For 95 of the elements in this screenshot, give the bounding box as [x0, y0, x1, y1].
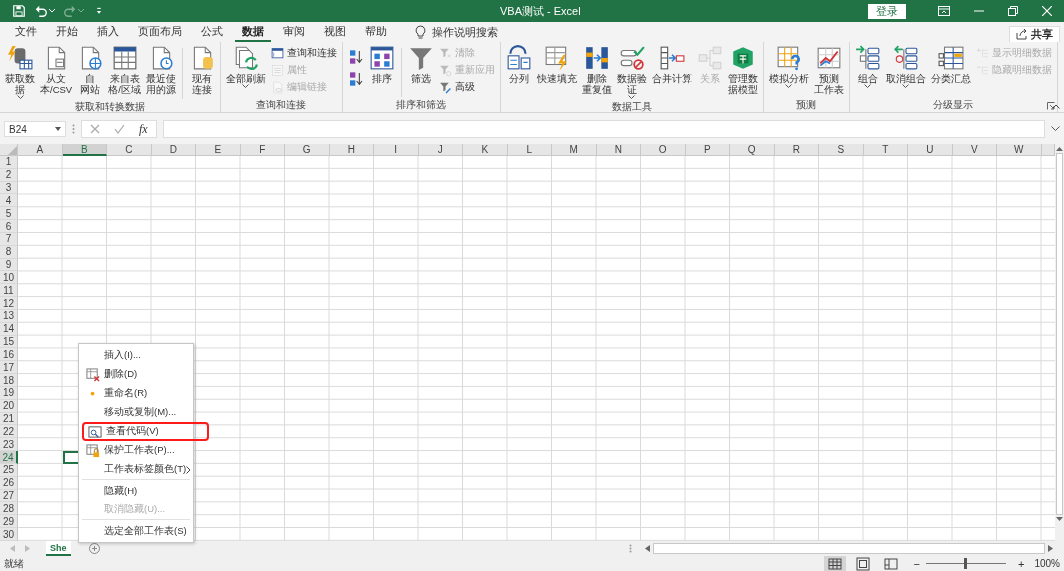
menu-item[interactable]: 选定全部工作表(S): [82, 519, 190, 540]
ribbon-button[interactable]: 高级: [436, 79, 497, 95]
zoom-level[interactable]: 100%: [1034, 558, 1060, 569]
menu-item[interactable]: 删除(D): [82, 365, 190, 384]
ribbon-button[interactable]: 现有 连接: [186, 44, 217, 96]
ribbon-tab[interactable]: 插入: [90, 22, 126, 42]
ribbon-button[interactable]: 从文 本/CSV: [38, 44, 75, 96]
row-header[interactable]: 4: [0, 194, 18, 208]
ribbon-button[interactable]: 最近使 用的源: [143, 44, 178, 96]
ribbon-button[interactable]: 分类汇总: [928, 44, 973, 85]
column-header[interactable]: K: [463, 144, 508, 156]
zoom-out-button[interactable]: −: [913, 557, 920, 570]
ribbon-tab[interactable]: 公式: [194, 22, 230, 42]
column-header[interactable]: A: [18, 144, 63, 156]
group-label: 预测: [796, 99, 817, 110]
row-header[interactable]: 30: [0, 528, 18, 541]
ribbon-tab[interactable]: 审阅: [276, 22, 312, 42]
column-header[interactable]: P: [685, 144, 730, 156]
ribbon-button[interactable]: 查询和连接: [268, 45, 339, 61]
row-header[interactable]: 6: [0, 220, 18, 233]
row-header[interactable]: 5: [0, 207, 18, 221]
column-header[interactable]: C: [107, 144, 152, 156]
menu-item[interactable]: 插入(I)...: [82, 346, 190, 365]
column-header[interactable]: M: [552, 144, 597, 156]
ribbon-button[interactable]: 获取数 据: [3, 44, 37, 101]
row-header[interactable]: 17: [0, 361, 18, 375]
column-header[interactable]: H: [329, 144, 374, 156]
column-header[interactable]: V: [952, 144, 997, 156]
column-header[interactable]: E: [196, 144, 241, 156]
ribbon-button[interactable]: 合并计算: [649, 44, 694, 85]
menu-item[interactable]: 工作表标签颜色(T): [82, 460, 190, 479]
column-header[interactable]: T: [863, 144, 908, 156]
name-box[interactable]: B24: [4, 121, 66, 137]
column-header[interactable]: Q: [730, 144, 775, 156]
ribbon-button[interactable]: 预测 工作表: [811, 44, 846, 96]
menu-item[interactable]: 查看代码(V): [84, 424, 207, 439]
menu-item[interactable]: 重命名(R): [82, 384, 190, 403]
ribbon-button[interactable]: 快速填充: [534, 44, 579, 85]
zoom-in-button[interactable]: +: [1018, 557, 1025, 570]
tell-me-search[interactable]: 操作说明搜索: [432, 24, 498, 40]
ribbon-tab[interactable]: 页面布局: [131, 22, 189, 42]
group-label: 查询和连接: [256, 99, 307, 110]
column-header[interactable]: O: [641, 144, 686, 156]
ribbon-button[interactable]: 排序: [366, 44, 397, 85]
group-label: 分级显示: [933, 99, 974, 110]
menu-item[interactable]: 隐藏(H): [82, 479, 190, 500]
row-header[interactable]: 11: [0, 284, 18, 298]
row-header[interactable]: 16: [0, 348, 18, 362]
ribbon-tab[interactable]: 帮助: [358, 22, 394, 42]
row-header[interactable]: 18: [0, 374, 18, 387]
ribbon-button[interactable]: 筛选: [405, 44, 436, 85]
column-header[interactable]: B: [62, 144, 107, 156]
row-header[interactable]: 24: [0, 451, 18, 464]
row-header[interactable]: 29: [0, 515, 18, 529]
ribbon-button[interactable]: 分列: [503, 44, 534, 85]
column-header[interactable]: J: [418, 144, 463, 156]
column-header[interactable]: G: [285, 144, 330, 156]
group-label: 数据工具: [611, 101, 652, 112]
ribbon-button[interactable]: 数据验 证: [614, 44, 649, 101]
column-header[interactable]: L: [507, 144, 552, 156]
share-button[interactable]: 共享: [1009, 25, 1060, 43]
row-header[interactable]: 12: [0, 297, 18, 310]
column-header[interactable]: S: [819, 144, 864, 156]
row-header[interactable]: 10: [0, 271, 18, 285]
sheet-tab[interactable]: She: [46, 541, 71, 556]
column-header[interactable]: D: [151, 144, 196, 156]
column-header[interactable]: U: [908, 144, 953, 156]
row-header[interactable]: 28: [0, 502, 18, 516]
menu-item[interactable]: 保护工作表(P)...: [82, 441, 190, 460]
ribbon-button[interactable]: 取消组合: [883, 44, 928, 90]
menu-item[interactable]: 移动或复制(M)...: [82, 403, 190, 422]
sign-in-button[interactable]: 登录: [868, 3, 906, 19]
group-label: 获取和转换数据: [74, 101, 145, 112]
ribbon-button[interactable]: 全部刷新: [223, 44, 268, 90]
ribbon-tab[interactable]: 文件: [8, 22, 44, 42]
row-header[interactable]: 22: [0, 425, 18, 439]
row-header[interactable]: 23: [0, 438, 18, 452]
column-header[interactable]: N: [596, 144, 641, 156]
ribbon-tab[interactable]: 开始: [49, 22, 85, 42]
column-header[interactable]: W: [997, 144, 1042, 156]
column-header[interactable]: I: [374, 144, 419, 156]
ribbon-button[interactable]: 管理数 据模型: [725, 44, 760, 96]
ribbon-button[interactable]: 组合: [852, 44, 883, 90]
row-header[interactable]: 1: [0, 156, 18, 169]
column-header[interactable]: F: [240, 144, 285, 156]
group-label: 排序和筛选: [396, 99, 447, 110]
status-text: 就绪: [4, 556, 24, 571]
insert-function-button[interactable]: fx: [139, 121, 148, 137]
ribbon-button[interactable]: 模拟分析: [766, 44, 811, 90]
window-title: VBA测试 - Excel: [500, 3, 581, 19]
ribbon-button[interactable]: 删除 重复值: [579, 44, 614, 96]
ribbon-button[interactable]: 自 网站: [75, 44, 106, 96]
column-header[interactable]: R: [774, 144, 819, 156]
ribbon-tab[interactable]: 视图: [317, 22, 353, 42]
ribbon-button[interactable]: 来自表 格/区域: [106, 44, 143, 96]
